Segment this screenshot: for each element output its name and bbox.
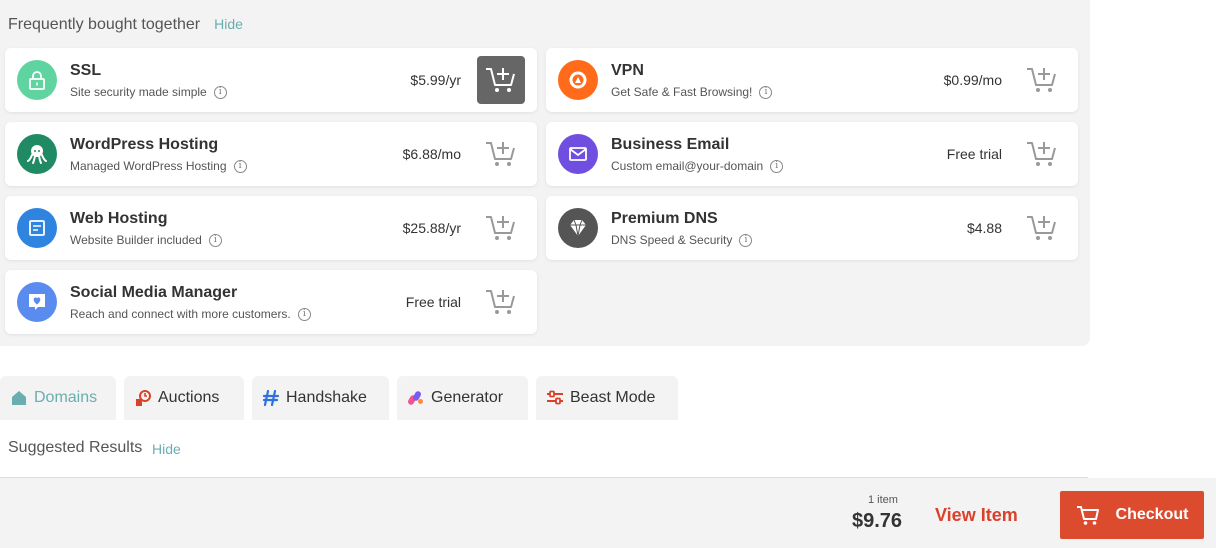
add-to-cart-button[interactable] [1018, 56, 1066, 104]
info-icon[interactable]: i [759, 85, 773, 99]
product-desc-text: Site security made simple [70, 85, 207, 99]
cart-plus-icon [1027, 142, 1056, 166]
info-icon[interactable]: i [297, 307, 311, 321]
add-to-cart-button[interactable] [477, 278, 525, 326]
product-name: Business Email [611, 136, 730, 153]
cart-plus-icon [1027, 68, 1056, 92]
product-card-premium-dns: Premium DNS DNS Speed & Security i $4.88 [546, 196, 1078, 260]
product-name: WordPress Hosting [70, 136, 219, 153]
product-desc: DNS Speed & Security i [611, 233, 753, 247]
sliders-icon [546, 389, 564, 407]
cart-plus-icon [486, 290, 515, 314]
fbt-header: Frequently bought together Hide [8, 16, 243, 34]
fbt-hide-link[interactable]: Hide [214, 16, 243, 32]
diamond-icon [558, 208, 598, 248]
browser-window-icon [17, 208, 57, 248]
product-desc-text: Get Safe & Fast Browsing! [611, 85, 753, 99]
product-card-wordpress-hosting: WordPress Hosting Managed WordPress Host… [5, 122, 537, 186]
product-price: $25.88/yr [402, 220, 461, 236]
product-desc-text: Reach and connect with more customers. [70, 307, 291, 321]
product-desc: Managed WordPress Hosting i [70, 159, 247, 173]
product-card-vpn: VPN Get Safe & Fast Browsing! i $0.99/mo [546, 48, 1078, 112]
heart-chat-icon [17, 282, 57, 322]
info-icon[interactable]: i [208, 233, 222, 247]
product-name: VPN [611, 62, 644, 79]
add-to-cart-button[interactable] [1018, 204, 1066, 252]
product-desc: Get Safe & Fast Browsing! i [611, 85, 773, 99]
add-to-cart-button[interactable] [1018, 130, 1066, 178]
cart-plus-icon [486, 142, 515, 166]
product-price: $0.99/mo [943, 72, 1002, 88]
suggested-hide-link[interactable]: Hide [152, 441, 181, 457]
cart-icon [1076, 504, 1100, 526]
auction-clock-icon [134, 389, 152, 407]
add-to-cart-button[interactable] [477, 130, 525, 178]
product-desc-text: DNS Speed & Security [611, 233, 733, 247]
product-desc: Website Builder included i [70, 233, 222, 247]
checkout-button[interactable]: Checkout [1060, 491, 1204, 539]
generator-icon [407, 389, 425, 407]
octopus-icon [17, 134, 57, 174]
suggested-results-title: Suggested Results [8, 439, 143, 456]
cart-plus-icon [486, 216, 515, 240]
product-card-web-hosting: Web Hosting Website Builder included i $2… [5, 196, 537, 260]
add-to-cart-button[interactable] [477, 204, 525, 252]
tab-label: Handshake [286, 389, 367, 406]
lock-icon [17, 60, 57, 100]
tab-auctions[interactable]: Auctions [124, 376, 244, 420]
info-icon[interactable]: i [233, 159, 247, 173]
product-name: Premium DNS [611, 210, 718, 227]
product-card-social-media-manager: Social Media Manager Reach and connect w… [5, 270, 537, 334]
handshake-logo-icon [262, 389, 280, 407]
cart-item-count: 1 item [868, 494, 898, 506]
add-to-cart-button[interactable] [477, 56, 525, 104]
cart-plus-icon [486, 68, 515, 92]
cart-footer: 1 item $9.76 View Item Checkout [0, 478, 1216, 548]
product-price: $5.99/yr [410, 72, 461, 88]
product-name: Web Hosting [70, 210, 168, 227]
cart-plus-icon [1027, 216, 1056, 240]
product-card-business-email: Business Email Custom email@your-domain i… [546, 122, 1078, 186]
tab-generator[interactable]: Generator [397, 376, 528, 420]
product-price: $6.88/mo [402, 146, 461, 162]
product-price: Free trial [405, 294, 461, 310]
tab-label: Domains [34, 389, 98, 406]
product-name: SSL [70, 62, 102, 79]
tab-label: Auctions [158, 389, 220, 406]
suggested-results-header: Suggested Results Hide [0, 420, 1088, 478]
product-price: Free trial [946, 146, 1002, 162]
product-desc: Reach and connect with more customers. i [70, 307, 311, 321]
info-icon[interactable]: i [770, 159, 784, 173]
product-desc-text: Website Builder included [70, 233, 202, 247]
product-desc: Site security made simple i [70, 85, 227, 99]
cart-total: $9.76 [852, 510, 903, 532]
vpn-logo-icon [558, 60, 598, 100]
fbt-title: Frequently bought together [8, 16, 201, 33]
checkout-label: Checkout [1115, 506, 1189, 523]
product-desc-text: Managed WordPress Hosting [70, 159, 227, 173]
product-price: $4.88 [966, 220, 1002, 236]
home-icon [10, 389, 28, 407]
frequently-bought-panel: Frequently bought together Hide SSL Site… [0, 0, 1090, 346]
product-card-ssl: SSL Site security made simple i $5.99/yr [5, 48, 537, 112]
product-desc-text: Custom email@your-domain [611, 159, 764, 173]
product-name: Social Media Manager [70, 284, 238, 301]
info-icon[interactable]: i [739, 233, 753, 247]
tab-domains[interactable]: Domains [0, 376, 116, 420]
envelope-icon [558, 134, 598, 174]
product-desc: Custom email@your-domain i [611, 159, 784, 173]
view-item-link[interactable]: View Item [935, 505, 1018, 526]
tab-label: Generator [431, 389, 504, 406]
info-icon[interactable]: i [213, 85, 227, 99]
tab-beast-mode[interactable]: Beast Mode [536, 376, 678, 420]
tab-label: Beast Mode [570, 389, 656, 406]
tab-handshake[interactable]: Handshake [252, 376, 389, 420]
